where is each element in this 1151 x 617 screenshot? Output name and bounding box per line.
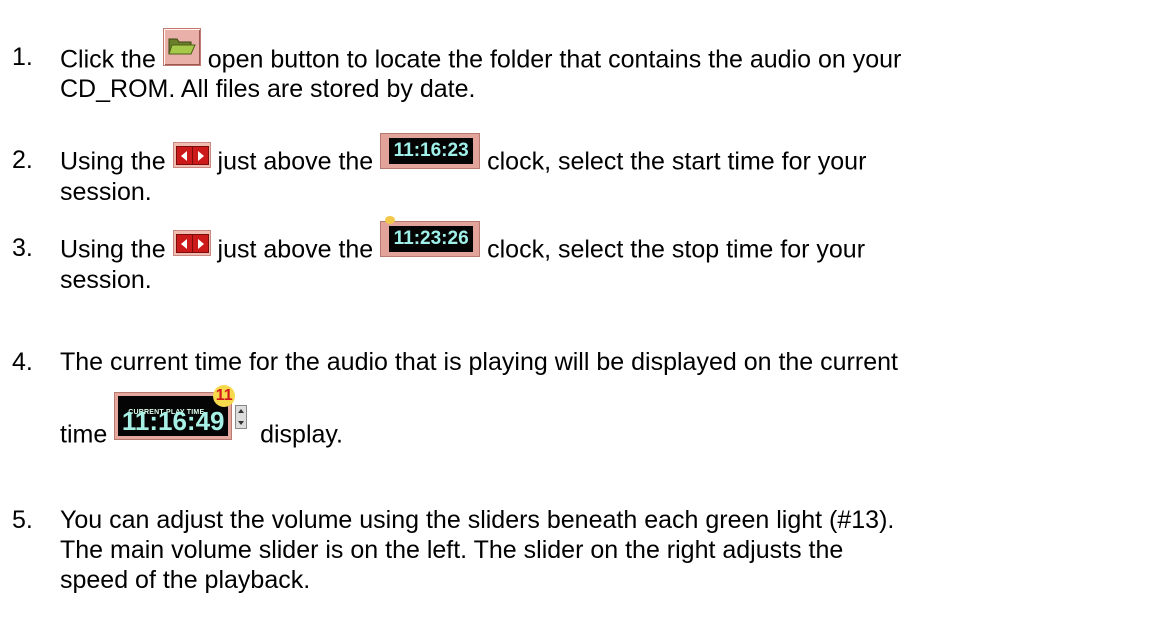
- arrow-right-icon: [191, 146, 209, 165]
- step-text: display.: [260, 420, 344, 449]
- step-4-line-1: The current time for the audio that is p…: [60, 348, 898, 376]
- step-2-line-1: Using the just above the 11:16:23 clock,…: [60, 133, 867, 181]
- instruction-document: 1. Click the open button to locate the f…: [0, 0, 1151, 617]
- step-5-line-3: speed of the playback.: [60, 566, 311, 594]
- step-text: Using the: [60, 147, 166, 176]
- current-play-time-display: CURRENT PLAY TIME 11:16:49 11: [114, 385, 248, 440]
- stop-time-clock: 11:23:26: [380, 216, 481, 257]
- spinner-arrows-icon: [235, 405, 248, 429]
- display-time: 11:16:49: [121, 406, 225, 436]
- step-4-line-2: time CURRENT PLAY TIME 11:16:49 11 displ…: [60, 385, 344, 460]
- step-text: clock, select the stop time for your: [487, 235, 866, 264]
- clock-readout: 11:16:23: [389, 138, 474, 164]
- indicator-dot: [385, 216, 396, 224]
- start-time-clock: 11:16:23: [380, 133, 481, 169]
- clock-readout: 11:23:26: [389, 226, 474, 252]
- step-number: 2.: [12, 146, 33, 174]
- step-2-line-2: session.: [60, 178, 152, 206]
- step-3-line-2: session.: [60, 266, 152, 294]
- display-screen: CURRENT PLAY TIME 11:16:49: [118, 396, 229, 436]
- step-1-line-2: CD_ROM. All files are stored by date.: [60, 75, 476, 103]
- open-folder-icon: [168, 38, 196, 55]
- step-text: clock, select the start time for your: [487, 147, 867, 176]
- step-number: 5.: [12, 506, 33, 534]
- arrow-left-icon: [175, 146, 193, 165]
- left-right-arrows: [172, 230, 211, 256]
- step-text: just above the: [217, 235, 374, 264]
- step-text: open button to locate the folder that co…: [207, 45, 902, 74]
- callout-badge: 11: [213, 385, 236, 407]
- step-text: Click the: [60, 45, 156, 74]
- step-3-line-1: Using the just above the 11:23:26 clock,…: [60, 216, 866, 269]
- step-number: 3.: [12, 234, 33, 262]
- open-folder-button: [162, 28, 201, 66]
- step-text: Using the: [60, 235, 166, 264]
- left-right-arrows: [172, 142, 211, 168]
- step-5-line-2: The main volume slider is on the left. T…: [60, 536, 844, 564]
- arrow-right-icon: [191, 234, 209, 253]
- step-number: 4.: [12, 348, 33, 376]
- step-number: 1.: [12, 43, 33, 71]
- step-text: time: [60, 420, 108, 449]
- step-5-line-1: You can adjust the volume using the slid…: [60, 506, 895, 534]
- step-text: just above the: [217, 147, 374, 176]
- arrow-left-icon: [175, 234, 193, 253]
